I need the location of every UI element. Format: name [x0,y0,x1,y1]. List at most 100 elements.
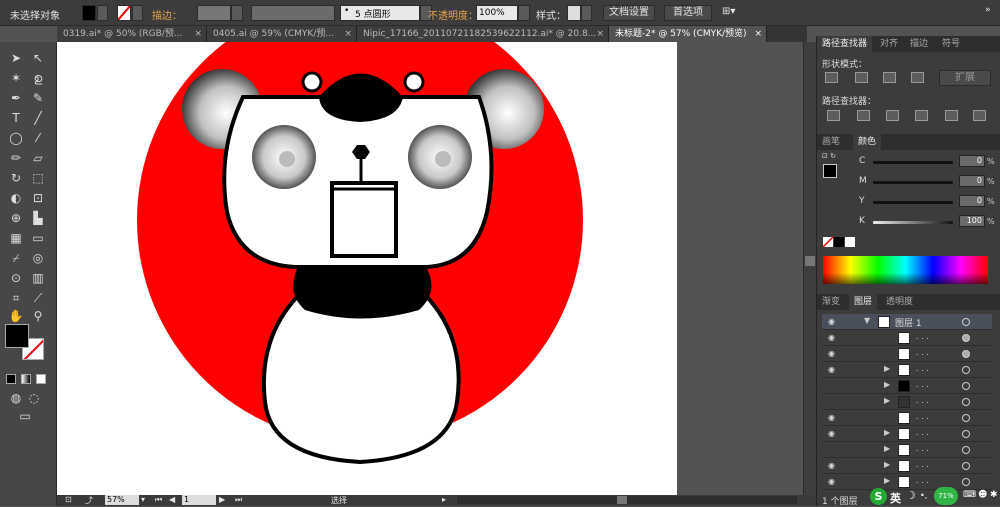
target-circle-icon[interactable] [962,462,970,470]
expand-triangle-icon[interactable]: ▶ [884,476,890,485]
tab-0405[interactable]: 0405.ai @ 59% (CMYK/预... × [207,26,357,42]
gradient-mode-icon[interactable] [21,374,31,384]
paintbrush-icon[interactable]: ⁄ [30,130,46,146]
expand-triangle-icon[interactable]: ▶ [884,444,890,453]
warp-tool-icon[interactable]: ◐ [8,190,24,206]
expand-triangle-icon[interactable]: ▶ [884,380,890,389]
tab-stroke[interactable]: 描边 [905,36,933,52]
keyboard-icon[interactable]: ⌨ [963,490,976,500]
export-icon[interactable]: ⤴ [85,495,93,506]
expand-button[interactable]: 扩展 [939,70,991,86]
tab-transparency[interactable]: 透明度 [881,294,918,310]
layer-row[interactable]: ▶ . . . [822,378,992,394]
target-circle-icon[interactable] [962,318,970,326]
none-white-black-swatches[interactable] [822,236,855,248]
type-tool-icon[interactable]: T [8,110,24,126]
layer-row[interactable]: ▶ . . . [822,442,992,458]
target-circle-icon[interactable] [962,334,970,342]
arrange-icon[interactable]: ⊞▾ [722,6,735,17]
symbol-sprayer-icon[interactable]: ⊙ [8,270,24,286]
ellipse-tool-icon[interactable]: ◯ [8,130,24,146]
blend-tool-icon[interactable]: ◎ [30,250,46,266]
last-artboard-icon[interactable]: ⏭ [235,495,242,505]
zoom-dropdown-icon[interactable]: ▾ [141,495,145,504]
draw-mode-icon[interactable]: ◍ [8,390,24,406]
layer-row[interactable]: ◉ ▶ . . . [822,426,992,442]
channel-y-value[interactable]: 0 [959,195,985,207]
stroke-label[interactable]: 描边： [152,7,182,22]
layer-row[interactable]: ◉ . . . [822,346,992,362]
pen-tool-icon[interactable]: ✒ [8,90,24,106]
color-mode-icon[interactable] [6,374,16,384]
moon-icon[interactable]: ☽ [906,489,916,502]
target-circle-icon[interactable] [962,478,970,486]
settings-icon[interactable]: ✱ [990,490,998,500]
live-paint-icon[interactable]: ▙ [30,210,46,226]
lasso-icon[interactable]: ഉ [30,70,46,86]
zoom-tool-icon[interactable]: ⚲ [30,308,46,324]
channel-c-value[interactable]: 0 [959,155,985,167]
layer-row[interactable]: ◉ ▶ . . . [822,362,992,378]
tab-symbols[interactable]: 符号 [937,36,965,52]
color-spectrum[interactable] [823,256,988,284]
artboard[interactable] [57,42,677,495]
target-circle-icon[interactable] [962,446,970,454]
channel-m-value[interactable]: 0 [959,175,985,187]
vertical-scrollbar[interactable] [803,42,816,495]
opacity-label[interactable]: 不透明度： [428,7,478,22]
slice-tool-icon[interactable]: ⟋ [30,290,46,306]
eye-icon[interactable]: ◉ [828,365,835,374]
direct-selection-tool-icon[interactable]: ↖ [30,50,46,66]
tab-color[interactable]: 颜色 [853,134,882,150]
selection-tool-icon[interactable]: ➤ [8,50,24,66]
draw-behind-icon[interactable]: ◌ [26,390,42,406]
tab-gradient[interactable]: 渐变 [817,294,845,310]
unite-icon[interactable] [825,72,838,83]
panda-illustration[interactable] [57,42,677,495]
none-mode-icon[interactable] [36,374,46,384]
color-fill-swatch[interactable] [823,164,837,178]
gradient-tool-icon[interactable]: ▭ [30,230,46,246]
fill-swatch[interactable] [82,5,96,21]
tab-0319[interactable]: 0319.ai* @ 50% (RGB/预... × [57,26,207,42]
expand-triangle-icon[interactable]: ▼ [864,316,870,325]
channel-y-slider[interactable] [873,201,953,204]
target-circle-icon[interactable] [962,430,970,438]
panel-menu-icon[interactable]: » [985,5,991,15]
first-artboard-icon[interactable]: ⏮ [155,495,162,505]
network-monitor-badge[interactable]: 71% [934,487,958,505]
screen-mode-icon[interactable]: ▭ [17,408,33,424]
channel-c-slider[interactable] [873,161,953,164]
tab-nipic[interactable]: Nipic_17166_20110721182539622112.ai* @ 2… [357,26,609,42]
style-swatch[interactable] [567,5,581,21]
minus-back-icon[interactable] [973,110,986,121]
exclude-icon[interactable] [911,72,924,83]
target-circle-icon[interactable] [962,366,970,374]
eye-icon[interactable]: ◉ [828,349,835,358]
preferences-button[interactable]: 首选项 [664,5,712,21]
tab-layers[interactable]: 图层 [849,294,878,310]
brush-definition[interactable]: • 5 点圆形 [340,5,420,21]
trim-icon[interactable] [857,110,870,121]
ime-language[interactable]: 英 [890,490,901,506]
layer-row[interactable]: ◉ . . . [822,410,992,426]
punctuation-icon[interactable]: •, [920,491,927,500]
status-menu-icon[interactable]: ▸ [442,495,446,504]
column-graph-icon[interactable]: ▥ [30,270,46,286]
layer-row[interactable]: ◉ . . . [822,330,992,346]
swap-icon[interactable]: ⊡ ↻ [822,152,836,160]
prev-artboard-icon[interactable]: ◀ [169,495,175,504]
eyedropper-icon[interactable]: ⌿ [8,250,24,266]
layer-row[interactable]: ◉ ▶ . . . [822,458,992,474]
layer-row-main[interactable]: ◉ ▼ 图层 1 [822,314,992,330]
line-tool-icon[interactable]: ╱ [30,110,46,126]
fill-dropdown[interactable] [97,5,108,21]
stroke-weight-input[interactable] [197,5,231,21]
layer-name[interactable]: 图层 1 [895,316,922,329]
opacity-dropdown[interactable] [518,5,530,21]
merge-icon[interactable] [886,110,899,121]
pencil-icon[interactable]: ✏ [8,150,24,166]
shape-builder-icon[interactable]: ⊕ [8,210,24,226]
target-circle-icon[interactable] [962,350,970,358]
expand-triangle-icon[interactable]: ▶ [884,460,890,469]
